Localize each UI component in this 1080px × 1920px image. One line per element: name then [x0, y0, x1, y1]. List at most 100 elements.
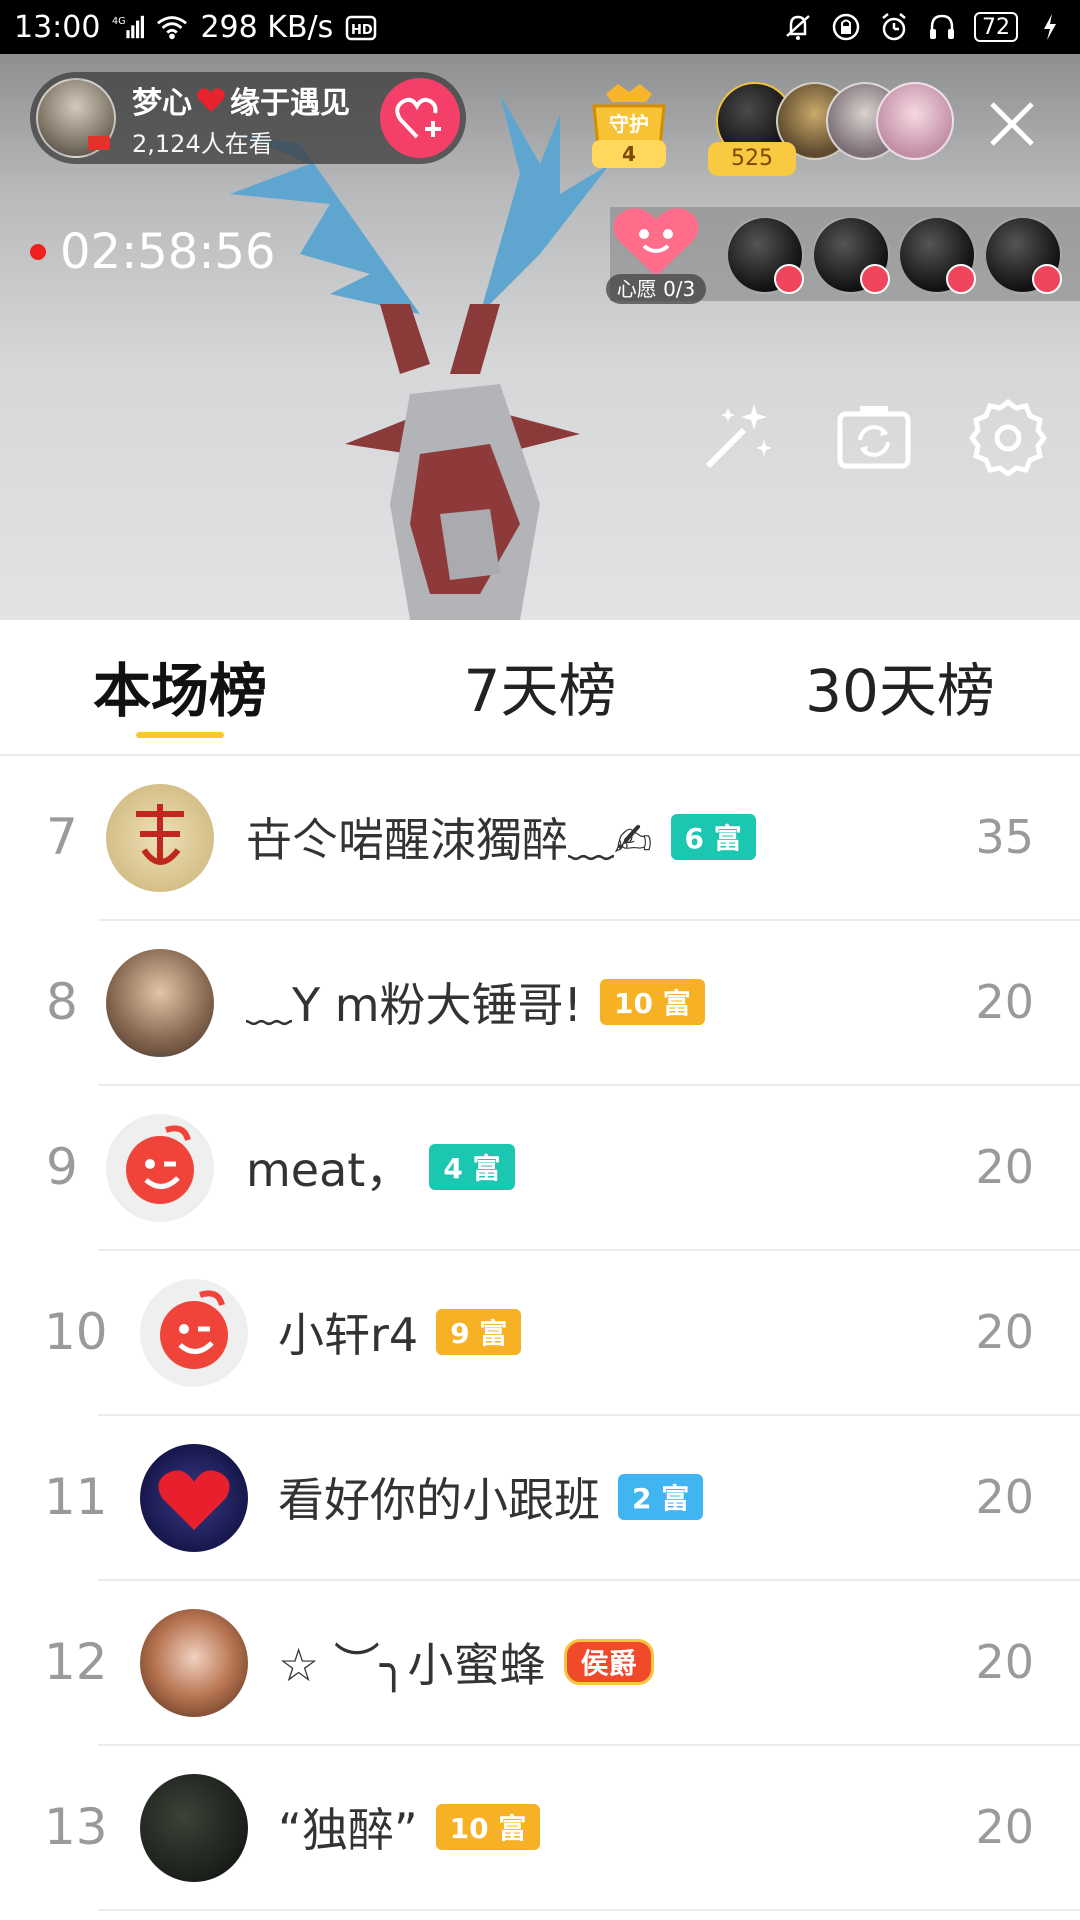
rank-number: 11: [44, 1468, 108, 1526]
user-name: meat，: [246, 1143, 412, 1197]
sofa-icon: [946, 264, 976, 294]
calligraphy-icon: [136, 804, 184, 865]
alarm-icon: [878, 11, 910, 43]
wifi-icon: [156, 11, 188, 43]
follow-button[interactable]: [380, 78, 460, 158]
host-name-part1: 梦心: [132, 85, 192, 121]
rank-number: 8: [46, 973, 78, 1031]
wish-label: 心愿 0/3: [606, 274, 706, 304]
score: 20: [975, 1305, 1034, 1359]
avatar[interactable]: [140, 1774, 248, 1882]
user-name: “独醉”: [278, 1803, 418, 1857]
tab-30-days[interactable]: 30天榜: [800, 646, 1000, 726]
rank-number: 12: [44, 1633, 108, 1691]
mute-bell-icon: [782, 11, 814, 43]
avatar[interactable]: [140, 1279, 248, 1387]
rank-number: 7: [46, 808, 78, 866]
list-item[interactable]: 10 小轩r4 9 富 20: [0, 1251, 1080, 1416]
noble-badge: 侯爵: [563, 1639, 654, 1685]
active-tab-indicator: [136, 732, 224, 738]
list-item[interactable]: 8 ﹏Y m粉大锤哥! 10 富 20: [0, 921, 1080, 1086]
watching-count: 2,124人在看: [132, 129, 273, 158]
flag-icon: [88, 136, 110, 150]
guard-label: 守护: [609, 112, 649, 136]
lock-rotation-icon: [830, 11, 862, 43]
settings-button[interactable]: [966, 394, 1050, 478]
host-info-pill[interactable]: 梦心 缘于遇见 2,124人在看: [30, 72, 466, 164]
live-video-area: 梦心 缘于遇见 2,124人在看 守护 4 525 02:58:56 心愿 0/…: [0, 54, 1080, 620]
rank-number: 9: [46, 1138, 78, 1196]
user-name: ☆ ︶╮小蜜蜂: [278, 1638, 546, 1692]
score: 20: [975, 975, 1034, 1029]
svg-text:4G: 4G: [112, 16, 126, 27]
host-name-part2: 缘于遇见: [230, 85, 350, 121]
score: 20: [975, 1140, 1034, 1194]
seat-avatar[interactable]: [726, 216, 804, 294]
guard-count: 4: [622, 142, 636, 166]
guard-badge[interactable]: 守护 4: [586, 80, 672, 176]
wealth-badge: 10 富: [599, 979, 705, 1025]
top-viewers[interactable]: 525: [708, 82, 966, 176]
rank-number: 10: [44, 1303, 108, 1361]
weibo-face-icon: [126, 1125, 194, 1204]
status-time: 13:00: [14, 9, 101, 45]
sofa-icon: [774, 264, 804, 294]
user-name: 小轩r4: [278, 1308, 419, 1362]
list-item[interactable]: 11 看好你的小跟班 2 富 20: [0, 1416, 1080, 1581]
list-item[interactable]: 9 meat， 4 富 20: [0, 1086, 1080, 1251]
beauty-filter-button[interactable]: [696, 394, 780, 478]
divider: [98, 1909, 1080, 1911]
heart-image-icon: [158, 1470, 230, 1530]
recording-dot: [30, 244, 46, 260]
list-item[interactable]: 13 “独醉” 10 富 20: [0, 1746, 1080, 1911]
heart-plus-icon: [395, 97, 441, 139]
viewer-avatar[interactable]: [876, 82, 954, 160]
heart-icon: [197, 88, 225, 112]
switch-camera-button[interactable]: [832, 394, 916, 478]
list-item[interactable]: 7 卋仒啱醒洓獨醉﹏✍ 6 富 35: [0, 756, 1080, 921]
host-name: 梦心 缘于遇见: [132, 78, 350, 122]
list-item[interactable]: 12 ☆ ︶╮小蜜蜂 侯爵 20: [0, 1581, 1080, 1746]
status-bar: 13:00 4G 298 KB/s HD 72: [0, 0, 1080, 54]
score: 20: [975, 1635, 1034, 1689]
seat-avatar[interactable]: [898, 216, 976, 294]
wealth-badge: 2 富: [618, 1474, 704, 1520]
magic-wand-icon: [705, 404, 772, 469]
avatar[interactable]: [106, 1114, 214, 1222]
tab-7-days[interactable]: 7天榜: [450, 646, 630, 726]
seat-avatar[interactable]: [984, 216, 1062, 294]
gear-icon: [968, 398, 1048, 476]
battery-indicator: 72: [974, 12, 1018, 42]
wish-button[interactable]: 心愿 0/3: [604, 200, 710, 310]
avatar[interactable]: [106, 784, 214, 892]
wealth-badge: 10 富: [435, 1804, 541, 1850]
avatar[interactable]: [140, 1444, 248, 1552]
score: 20: [975, 1470, 1034, 1524]
rank-number: 13: [44, 1798, 108, 1856]
charging-icon: [1034, 11, 1066, 43]
score: 35: [975, 810, 1034, 864]
signal-icon: 4G: [112, 11, 145, 43]
avatar[interactable]: [106, 949, 214, 1057]
wealth-badge: 6 富: [670, 814, 756, 860]
tab-this-session[interactable]: 本场榜: [90, 646, 270, 726]
user-name: 看好你的小跟班: [278, 1473, 600, 1527]
user-name: 卋仒啱醒洓獨醉﹏✍: [246, 813, 653, 867]
wealth-badge: 4 富: [429, 1144, 515, 1190]
avatar[interactable]: [140, 1609, 248, 1717]
ranking-tabs: 本场榜 7天榜 30天榜: [0, 620, 1080, 756]
wealth-badge: 9 富: [436, 1309, 522, 1355]
host-avatar[interactable]: [36, 78, 116, 158]
headphones-icon: [926, 11, 958, 43]
close-icon: [990, 102, 1034, 146]
user-name: ﹏Y m粉大锤哥!: [246, 978, 582, 1032]
sofa-icon: [860, 264, 890, 294]
camera-switch-icon: [837, 406, 911, 469]
score: 20: [975, 1800, 1034, 1854]
live-timer: 02:58:56: [30, 224, 276, 280]
wish-heart-icon: [613, 208, 699, 276]
weibo-face-icon: [160, 1290, 228, 1369]
seat-avatar[interactable]: [812, 216, 890, 294]
viewer-count: 525: [708, 142, 796, 176]
close-button[interactable]: [982, 94, 1042, 154]
